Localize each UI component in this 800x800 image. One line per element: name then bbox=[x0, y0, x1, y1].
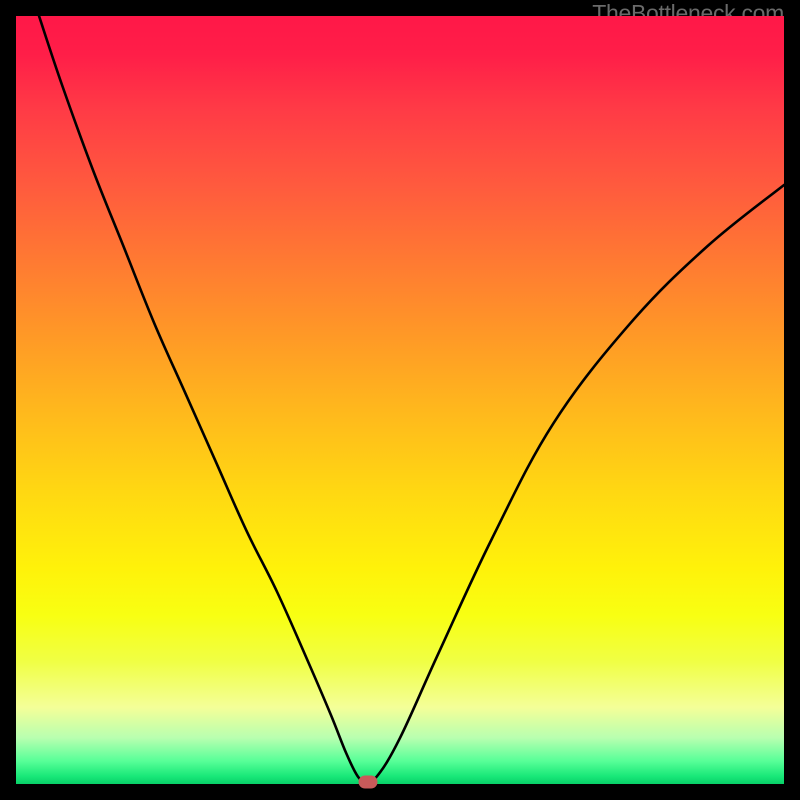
chart-frame: TheBottleneck.com bbox=[0, 0, 800, 800]
bottleneck-curve bbox=[16, 16, 784, 784]
plot-area bbox=[16, 16, 784, 784]
optimal-point-marker bbox=[358, 776, 377, 789]
